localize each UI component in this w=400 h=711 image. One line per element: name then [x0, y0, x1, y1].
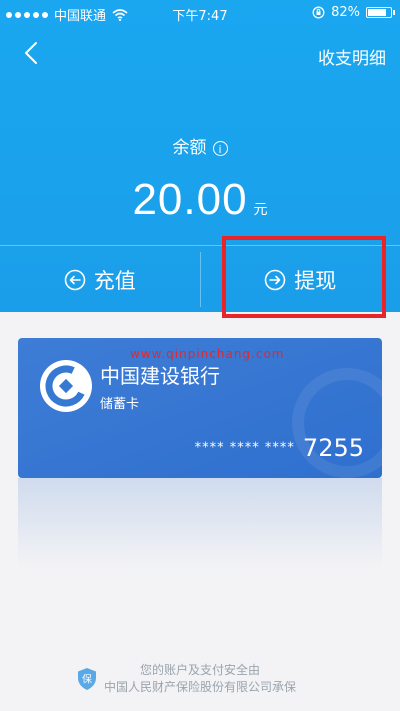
status-right: 82% — [312, 5, 395, 20]
watermark-text: www.qinpinchang.com — [130, 347, 285, 361]
battery-icon — [366, 7, 395, 18]
card-number-masked: **** **** **** — [194, 440, 295, 456]
card-type: 储蓄卡 — [100, 397, 140, 412]
bank-name: 中国建设银行 — [100, 364, 220, 388]
recharge-label: 充值 — [93, 268, 136, 293]
battery-percent: 82% — [331, 5, 360, 20]
withdraw-highlight-box — [222, 236, 386, 318]
balance-label: 余额 — [172, 138, 207, 158]
balance-label-row: 余额 i — [0, 133, 400, 158]
card-number-last: 7255 — [302, 434, 364, 462]
footer-line-2: 中国人民财产保险股份有限公司承保 — [103, 680, 296, 694]
ccb-logo-icon — [40, 360, 92, 412]
status-bar: 中国联通 下午7:47 82% — [0, 0, 400, 26]
chevron-left-icon — [25, 42, 37, 64]
orientation-lock-icon — [312, 6, 325, 19]
transaction-details-link[interactable]: 收支明细 — [318, 44, 386, 69]
battery-fill — [368, 9, 386, 16]
balance-amount: 20.00 — [132, 175, 248, 224]
footer-line-1: 您的账户及支付安全由 — [139, 663, 260, 677]
balance-amount-row: 20.00 元 — [0, 175, 400, 225]
security-footer: 您的账户及支付安全由 中国人民财产保险股份有限公司承保 — [0, 662, 400, 696]
arrow-left-circle-icon — [64, 269, 86, 290]
card-reflection — [18, 478, 382, 568]
card-number: **** **** **** 7255 — [195, 434, 364, 462]
recharge-button[interactable]: 充值 — [0, 246, 200, 313]
info-icon[interactable]: i — [212, 140, 228, 156]
back-button[interactable] — [18, 38, 48, 68]
balance-unit: 元 — [253, 202, 268, 218]
